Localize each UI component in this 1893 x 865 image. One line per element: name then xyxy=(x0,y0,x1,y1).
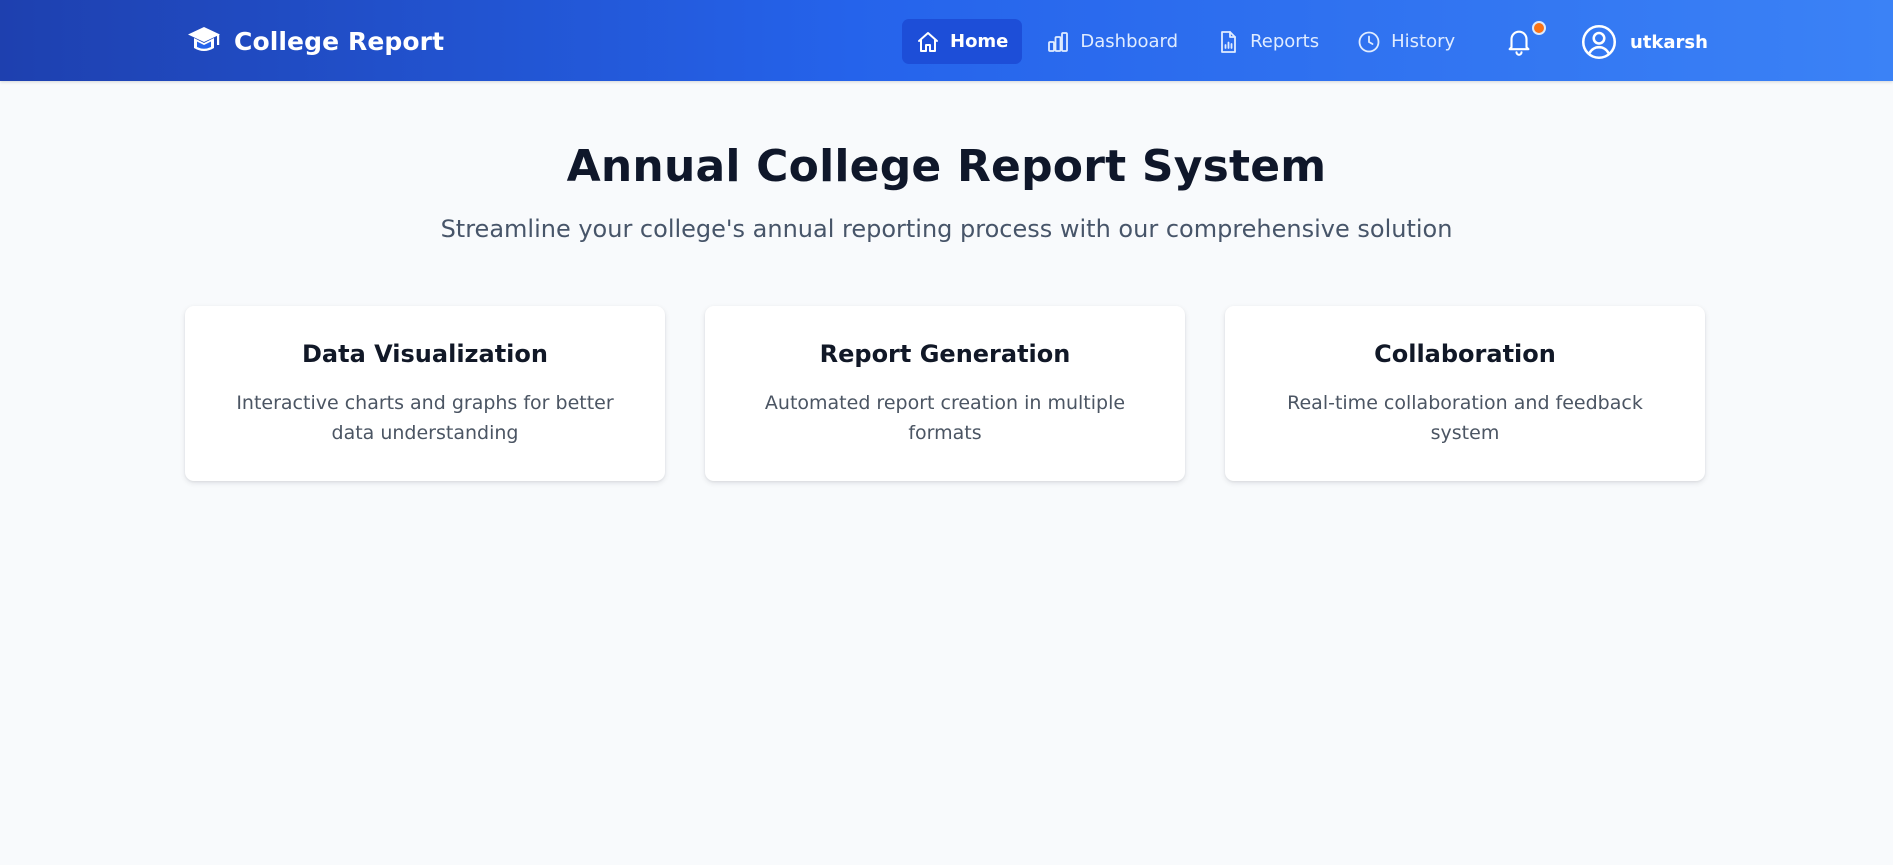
user-menu[interactable]: utkarsh xyxy=(1581,22,1708,62)
nav-item-history[interactable]: History xyxy=(1343,19,1469,64)
page-title: Annual College Report System xyxy=(566,141,1327,192)
feature-card-collaboration: Collaboration Real-time collaboration an… xyxy=(1225,306,1705,481)
nav-label-home: Home xyxy=(950,31,1009,52)
feature-card-description: Real-time collaboration and feedback sys… xyxy=(1287,392,1643,444)
feature-card-title: Data Visualization xyxy=(302,340,548,368)
home-icon xyxy=(918,31,938,52)
clock-icon xyxy=(1358,31,1380,52)
file-report-icon xyxy=(1221,30,1236,53)
nav-item-home[interactable]: Home xyxy=(902,19,1023,64)
feature-card-report-generation: Report Generation Automated report creat… xyxy=(705,306,1185,481)
nav-label-dashboard: Dashboard xyxy=(1080,31,1179,52)
nav-item-reports[interactable]: Reports xyxy=(1202,19,1333,64)
feature-card-description: Interactive charts and graphs for better… xyxy=(236,392,614,444)
bar-chart-icon xyxy=(1048,31,1069,52)
notification-badge xyxy=(1532,21,1546,35)
top-navbar: College Report Home Dashboard Reports Hi… xyxy=(0,0,1893,81)
user-circle-icon xyxy=(1581,24,1617,60)
main-navigation: Home Dashboard Reports History xyxy=(902,19,1479,64)
nav-label-reports: Reports xyxy=(1250,31,1320,52)
feature-card-title: Report Generation xyxy=(819,340,1071,368)
page-subtitle: Streamline your college's annual reporti… xyxy=(440,215,1453,243)
bell-icon xyxy=(1508,30,1530,56)
feature-card-description: Automated report creation in multiple fo… xyxy=(764,392,1126,444)
nav-label-history: History xyxy=(1391,31,1456,52)
brand-name: College Report xyxy=(234,26,445,56)
brand-logo-link[interactable]: College Report xyxy=(186,23,444,59)
feature-card-data-visualization: Data Visualization Interactive charts an… xyxy=(185,306,665,481)
notifications-button[interactable] xyxy=(1504,21,1546,58)
graduation-cap-icon xyxy=(188,27,220,51)
feature-card-title: Collaboration xyxy=(1374,340,1556,368)
user-name: utkarsh xyxy=(1630,31,1708,53)
nav-item-dashboard[interactable]: Dashboard xyxy=(1032,19,1192,64)
